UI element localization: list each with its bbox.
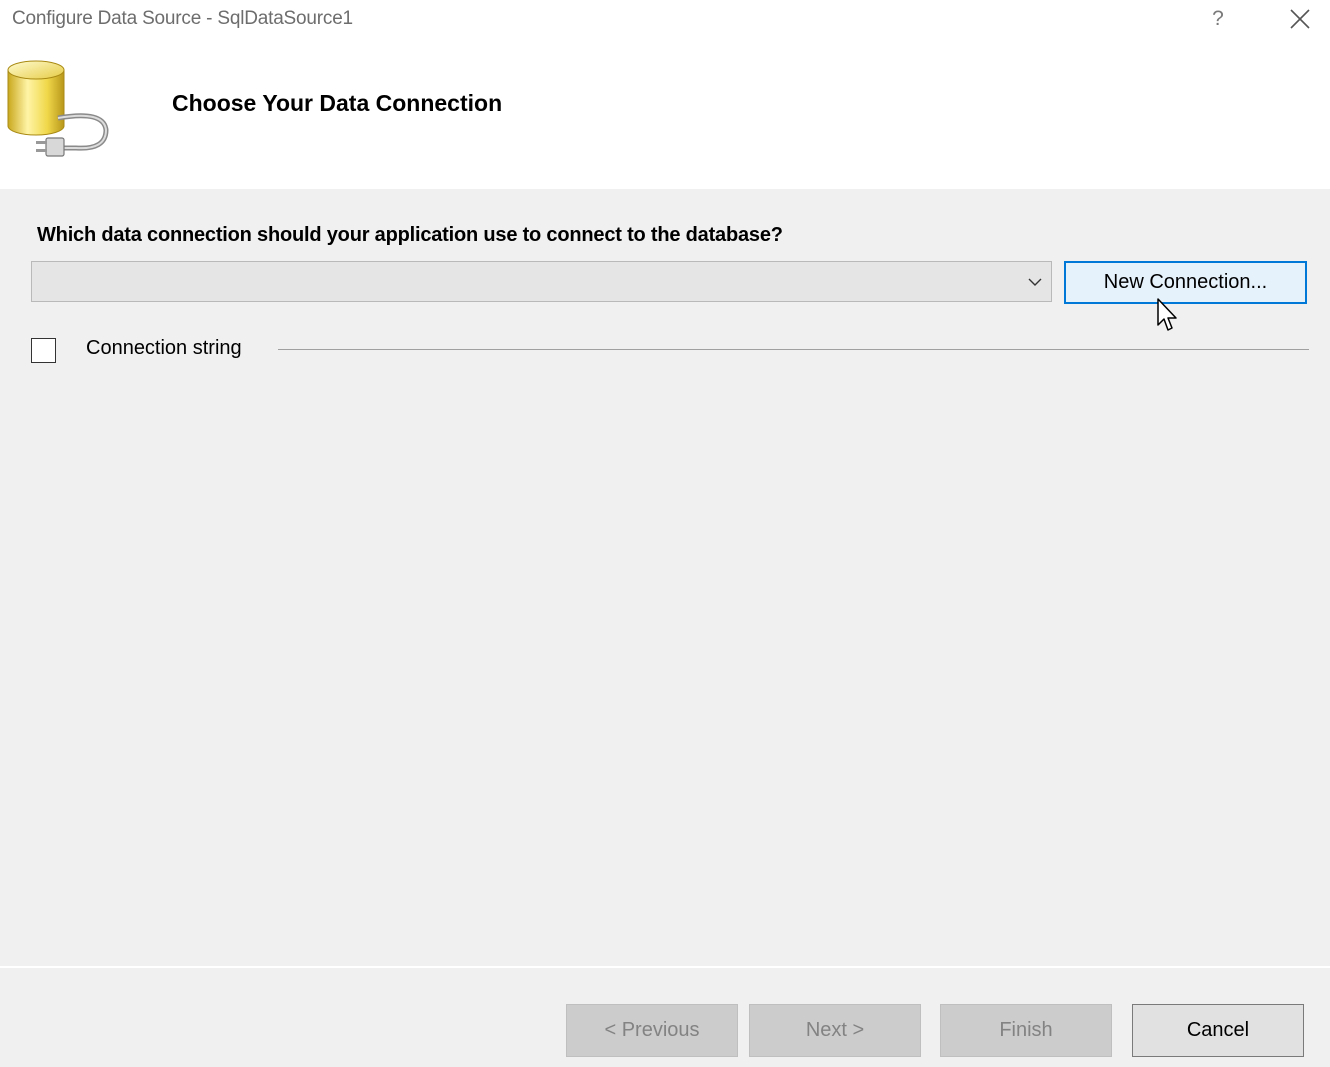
connection-string-divider bbox=[278, 349, 1309, 350]
title-bar: Configure Data Source - SqlDataSource1 ? bbox=[0, 0, 1330, 40]
chevron-down-icon bbox=[1028, 278, 1042, 286]
cancel-button[interactable]: Cancel bbox=[1132, 1004, 1304, 1057]
wizard-content: Which data connection should your applic… bbox=[0, 189, 1330, 966]
connection-string-checkbox[interactable] bbox=[31, 338, 56, 363]
previous-button[interactable]: < Previous bbox=[566, 1004, 738, 1057]
connection-question: Which data connection should your applic… bbox=[37, 224, 783, 246]
page-heading: Choose Your Data Connection bbox=[172, 90, 503, 116]
wizard-footer: < Previous Next > Finish Cancel bbox=[0, 968, 1330, 1067]
window-title: Configure Data Source - SqlDataSource1 bbox=[12, 8, 353, 29]
next-button[interactable]: Next > bbox=[749, 1004, 921, 1057]
help-button[interactable]: ? bbox=[1200, 2, 1236, 36]
connection-string-label[interactable]: Connection string bbox=[86, 337, 242, 360]
close-button[interactable] bbox=[1280, 2, 1320, 36]
close-icon bbox=[1290, 9, 1310, 29]
connection-string-row: Connection string bbox=[31, 337, 1309, 363]
data-connection-combobox[interactable] bbox=[31, 261, 1052, 302]
configure-data-source-dialog: Configure Data Source - SqlDataSource1 ? bbox=[0, 0, 1330, 1067]
new-connection-button[interactable]: New Connection... bbox=[1064, 261, 1307, 304]
database-plug-icon bbox=[7, 60, 109, 157]
wizard-header: Choose Your Data Connection bbox=[0, 40, 1330, 189]
finish-button[interactable]: Finish bbox=[940, 1004, 1112, 1057]
